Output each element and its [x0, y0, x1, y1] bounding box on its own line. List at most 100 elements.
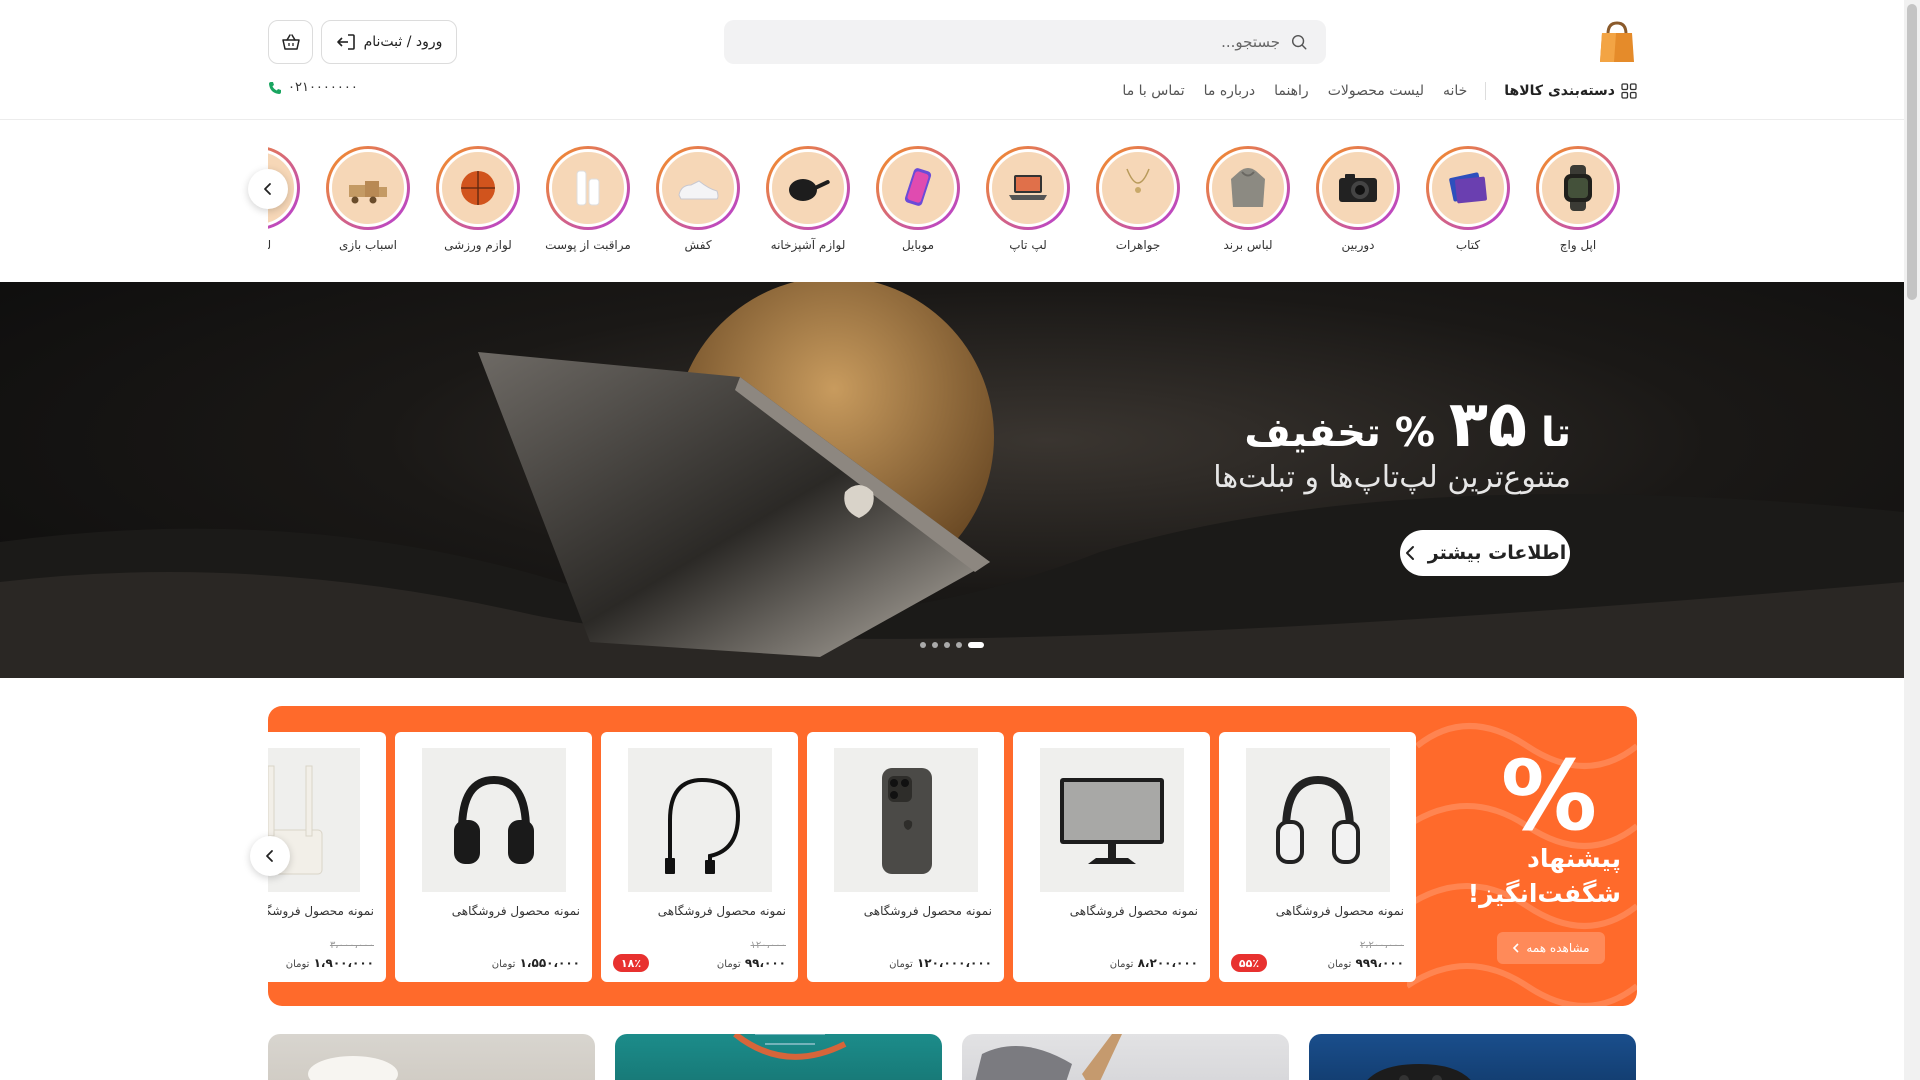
chevron-left-icon: [1405, 546, 1414, 560]
amazing-offers-section: % پیشنهاد شگفت‌انگیز! مشاهده همه نمونه م…: [268, 706, 1637, 1006]
category-item[interactable]: لباس برند: [1193, 146, 1303, 252]
category-item[interactable]: دوربین: [1303, 146, 1413, 252]
chevron-left-icon: [264, 183, 271, 195]
iphone-image: [882, 768, 932, 874]
category-item[interactable]: اسباب بازی: [313, 146, 423, 252]
ball-icon: [461, 171, 495, 205]
category-image: [879, 149, 957, 227]
promo-banner-4[interactable]: [1309, 1034, 1636, 1080]
promo-banner-2[interactable]: [615, 1034, 942, 1080]
store-logo[interactable]: [1598, 20, 1636, 64]
login-register-button[interactable]: ورود / ثبت‌نام: [321, 20, 457, 64]
hero-title-number: ۳۵: [1448, 388, 1528, 462]
nav-link-guide[interactable]: راهنما: [1274, 83, 1309, 99]
category-ring: [1206, 146, 1290, 230]
category-image: [329, 149, 407, 227]
monitor-image: [1060, 778, 1164, 864]
categories-label: دسته‌بندی کالاها: [1504, 83, 1615, 99]
hero-title: تا ۳۵ % تخفیف: [1244, 388, 1571, 462]
grid-icon: [1621, 83, 1637, 99]
category-label: اپل واچ: [1559, 238, 1597, 252]
promo-banner-3[interactable]: [962, 1034, 1289, 1080]
hero-more-info-button[interactable]: اطلاعات بیشتر: [1400, 530, 1570, 576]
offer-product-card[interactable]: نمونه محصول فروشگاهی ۱۲۰،۰۰۰ ۹۹،۰۰۰ توما…: [601, 732, 798, 982]
slide-dot[interactable]: [932, 642, 938, 648]
price-unit: تومان: [491, 959, 516, 970]
category-carousel: اپل واچ کتاب دوربین لباس برند جواهرات لپ…: [268, 146, 1637, 266]
category-item[interactable]: جواهرات: [1083, 146, 1193, 252]
product-image: [834, 748, 978, 892]
login-arrow-icon: [336, 34, 355, 50]
toy-train-icon: [349, 181, 387, 204]
category-label: لباس برند: [1223, 238, 1273, 252]
search-icon: [1291, 34, 1307, 50]
offer-product-card[interactable]: نمونه محصول فروشگاهی ۲،۲۰۰،۰۰۰ ۹۹۹،۰۰۰ ت…: [1219, 732, 1416, 982]
category-ring: [1536, 146, 1620, 230]
promo-banner-1[interactable]: [268, 1034, 595, 1080]
site-header: ورود / ثبت‌نام: [0, 0, 1904, 120]
search-bar[interactable]: [724, 20, 1326, 64]
category-ring: [546, 146, 630, 230]
phone-number: ۰۲۱۰۰۰۰۰۰۰: [288, 80, 358, 95]
category-image: [659, 149, 737, 227]
category-image: [1429, 149, 1507, 227]
slide-dot-active[interactable]: [968, 642, 984, 648]
category-image: [1319, 149, 1397, 227]
racket-banner-image: [733, 1034, 847, 1060]
hero-slide-dots: [920, 642, 984, 648]
white-headphones-image: [1276, 775, 1360, 864]
see-all-offers-button[interactable]: مشاهده همه: [1497, 932, 1605, 964]
search-input[interactable]: [780, 33, 1280, 51]
cart-button[interactable]: [268, 20, 313, 64]
price-unit: تومان: [1109, 959, 1134, 970]
category-ring: [1096, 146, 1180, 230]
camera-icon: [1339, 174, 1377, 202]
product-image: [1246, 748, 1390, 892]
nav-link-home[interactable]: خانه: [1443, 83, 1467, 99]
offers-next-button[interactable]: [250, 836, 290, 876]
category-image: [1539, 149, 1617, 227]
category-item[interactable]: کتاب: [1413, 146, 1523, 252]
categories-menu[interactable]: دسته‌بندی کالاها: [1504, 83, 1637, 99]
hero-banner[interactable]: تا ۳۵ % تخفیف متنوع‌ترین لپ‌تاپ‌ها و تبل…: [0, 282, 1904, 678]
scrollbar-thumb[interactable]: [1907, 4, 1917, 300]
offer-product-card[interactable]: نمونه محصول فروشگاهی ۱۲۰،۰۰۰،۰۰۰ تومان: [807, 732, 1004, 982]
category-item[interactable]: اپل واچ: [1523, 146, 1633, 252]
category-image: [1099, 149, 1177, 227]
price-unit: تومان: [285, 959, 310, 970]
category-next-button[interactable]: [248, 169, 288, 209]
nav-link-about[interactable]: درباره ما: [1204, 83, 1255, 99]
slide-dot[interactable]: [956, 642, 962, 648]
shopping-bag-logo-icon: [1600, 21, 1634, 62]
category-image: [439, 149, 517, 227]
product-name: نمونه محصول فروشگاهی: [268, 904, 374, 918]
category-item[interactable]: لپ تاپ: [973, 146, 1083, 252]
offer-product-card[interactable]: نمونه محصول فروشگاهی ۸،۲۰۰،۰۰۰ تومان: [1013, 732, 1210, 982]
category-ring: [656, 146, 740, 230]
slide-dot[interactable]: [944, 642, 950, 648]
nav-link-contact[interactable]: تماس با ما: [1122, 83, 1184, 99]
slide-dot[interactable]: [920, 642, 926, 648]
category-label: مراقبت از پوست: [545, 238, 631, 252]
product-price: ۸،۲۰۰،۰۰۰ تومان: [1110, 956, 1198, 970]
phone-contact[interactable]: ۰۲۱۰۰۰۰۰۰۰: [268, 80, 358, 95]
category-image: [1209, 149, 1287, 227]
category-item[interactable]: لوازم آشپزخانه: [753, 146, 863, 252]
category-item[interactable]: مراقبت از پوست: [533, 146, 643, 252]
watch-icon: [1564, 165, 1592, 211]
category-item[interactable]: لوازم ورزشی: [423, 146, 533, 252]
hero-button-label: اطلاعات بیشتر: [1427, 542, 1567, 564]
product-price: ۱،۵۵۰،۰۰۰ تومان: [492, 956, 580, 970]
phone-icon: [904, 168, 932, 206]
category-item[interactable]: موبایل: [863, 146, 973, 252]
offer-product-card[interactable]: نمونه محصول فروشگاهی ۱،۵۵۰،۰۰۰ تومان: [395, 732, 592, 982]
laptop-illustration: [0, 282, 1904, 678]
category-label: لوازم آشپزخانه: [770, 238, 846, 252]
gamepad-banner-image: [1367, 1064, 1471, 1080]
product-old-price: ۲،۲۰۰،۰۰۰: [1359, 940, 1404, 951]
page-scrollbar[interactable]: [1904, 0, 1920, 1080]
nav-link-products[interactable]: لیست محصولات: [1328, 83, 1424, 99]
price-value: ۹۹،۰۰۰: [744, 956, 786, 970]
category-item[interactable]: کفش: [643, 146, 753, 252]
main-nav: دسته‌بندی کالاها خانه لیست محصولات راهنم…: [1103, 78, 1637, 104]
